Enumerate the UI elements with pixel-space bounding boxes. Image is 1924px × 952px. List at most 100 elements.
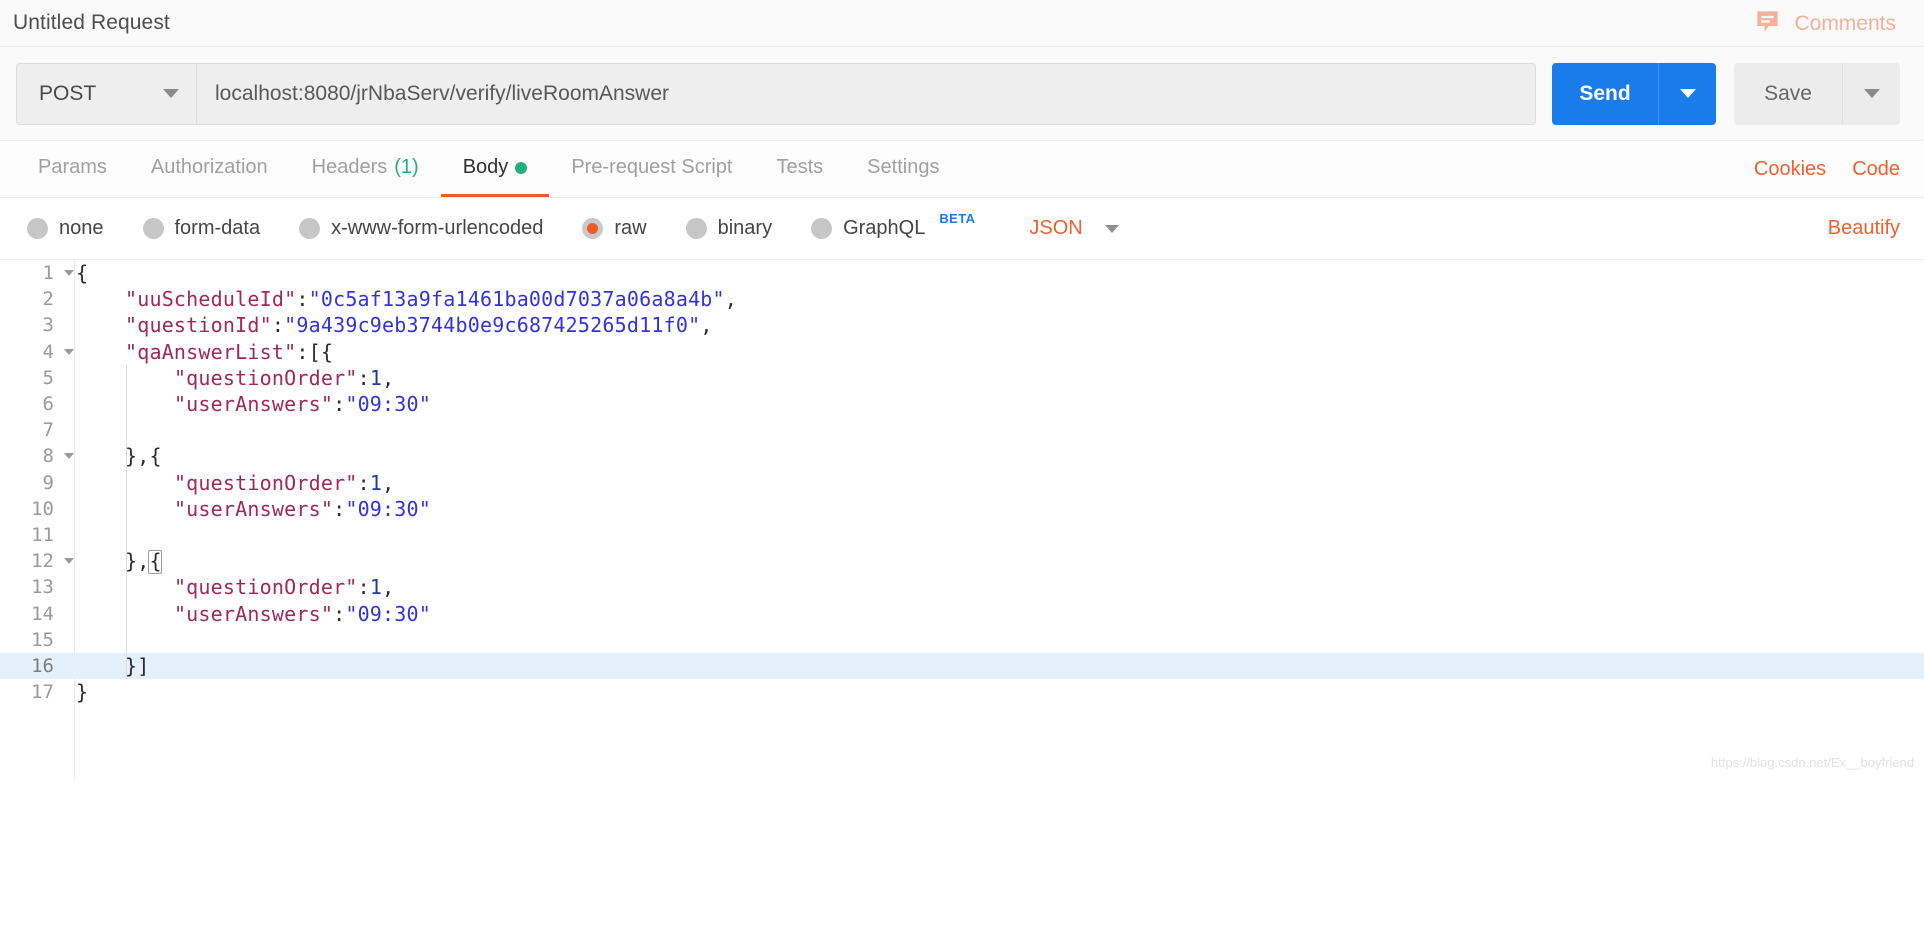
radio-icon	[811, 218, 833, 239]
code-text: }]	[76, 653, 150, 678]
radio-icon	[299, 218, 321, 239]
beautify-button[interactable]: Beautify	[1828, 217, 1900, 240]
caret-down-icon	[64, 453, 74, 460]
indent-guide	[126, 364, 127, 680]
body-type-binary[interactable]: binary	[685, 217, 773, 240]
tab-label: Tests	[776, 156, 824, 178]
tab-count: (1)	[394, 156, 419, 178]
code-text: {	[76, 261, 89, 286]
line-number: 9	[42, 471, 54, 494]
page-title: Untitled Request	[13, 11, 170, 34]
fold-toggle-icon[interactable]	[62, 348, 76, 355]
url-input[interactable]: localhost:8080/jrNbaServ/verify/liveRoom…	[196, 62, 1536, 125]
code-text: "userAnswers":"09:30"	[173, 392, 432, 417]
tab-label: Authorization	[150, 156, 268, 178]
chevron-down-icon	[1863, 89, 1880, 98]
radio-icon-selected	[582, 218, 604, 239]
radio-label: GraphQL	[843, 217, 926, 239]
code-line-row[interactable]: 14 "userAnswers":"09:30"	[0, 600, 1924, 626]
code-lines[interactable]: 1{2 "uuScheduleId":"0c5af13a9fa1461ba00d…	[0, 260, 1924, 705]
code-line-row[interactable]: 5 "questionOrder":1,	[0, 365, 1924, 391]
tab-settings[interactable]: Settings	[845, 141, 961, 197]
code-text: }	[76, 680, 89, 705]
line-number: 14	[31, 602, 54, 625]
chevron-down-icon	[1679, 89, 1696, 98]
watermark: https://blog.csdn.net/Ex__boyfriend	[1710, 755, 1914, 770]
radio-label: x-www-form-urlencoded	[331, 217, 544, 239]
tab-headers[interactable]: Headers (1)	[290, 141, 441, 197]
code-link[interactable]: Code	[1852, 158, 1900, 181]
tab-pre-request-script[interactable]: Pre-request Script	[549, 141, 754, 197]
code-line-row[interactable]: 7	[0, 417, 1924, 443]
beta-badge: BETA	[939, 211, 976, 226]
line-number: 5	[42, 366, 54, 389]
fold-toggle-icon[interactable]	[62, 558, 76, 565]
cookies-link[interactable]: Cookies	[1754, 158, 1826, 181]
body-type-graphql[interactable]: GraphQL BETA	[811, 211, 975, 240]
tabs-right-actions: Cookies Code	[1754, 141, 1900, 197]
method-label: POST	[39, 81, 97, 105]
tab-label: Body	[462, 156, 509, 178]
body-type-x-www-form-urlencoded[interactable]: x-www-form-urlencoded	[299, 217, 543, 240]
body-format-label: JSON	[1029, 217, 1083, 239]
body-type-raw[interactable]: raw	[582, 217, 647, 240]
line-number: 12	[31, 550, 54, 573]
body-format-select[interactable]: JSON	[1029, 217, 1119, 240]
code-line-row[interactable]: 17}	[0, 679, 1924, 705]
code-line-row[interactable]: 16 }]	[0, 652, 1924, 679]
line-number: 13	[31, 576, 54, 599]
code-line-row[interactable]: 9 "questionOrder":1,	[0, 470, 1924, 496]
code-line-row[interactable]: 2 "uuScheduleId":"0c5af13a9fa1461ba00d70…	[0, 286, 1924, 312]
radio-label: form-data	[174, 217, 261, 239]
request-tabs: Params Authorization Headers (1) Body Pr…	[0, 141, 1924, 198]
body-type-form-data[interactable]: form-data	[142, 217, 261, 240]
fold-toggle-icon[interactable]	[62, 453, 76, 460]
send-button[interactable]: Send	[1552, 62, 1658, 125]
chevron-down-icon	[163, 89, 179, 98]
method-select[interactable]: POST	[16, 62, 196, 125]
code-line-row[interactable]: 8 },{	[0, 443, 1924, 469]
body-present-dot-icon	[515, 161, 528, 174]
save-options-button[interactable]	[1842, 62, 1900, 125]
code-line-row[interactable]: 12 },{	[0, 548, 1924, 574]
tab-label: Settings	[867, 156, 940, 178]
body-type-none[interactable]: none	[27, 217, 104, 240]
body-type-bar: none form-data x-www-form-urlencoded raw…	[0, 198, 1924, 260]
code-line-row[interactable]: 1{	[0, 260, 1924, 286]
radio-label: raw	[614, 217, 647, 239]
save-button-group: Save	[1734, 62, 1900, 125]
line-number: 16	[31, 654, 54, 677]
request-body-editor[interactable]: 1{2 "uuScheduleId":"0c5af13a9fa1461ba00d…	[0, 260, 1924, 780]
code-text: "questionId":"9a439c9eb3744b0e9c68742526…	[124, 313, 713, 338]
caret-down-icon	[64, 348, 74, 355]
line-number: 7	[42, 419, 54, 442]
code-line-row[interactable]: 4 "qaAnswerList":[{	[0, 339, 1924, 365]
line-number: 11	[31, 523, 54, 546]
save-button[interactable]: Save	[1734, 62, 1842, 125]
radio-label: none	[59, 217, 104, 239]
tab-body[interactable]: Body	[440, 141, 550, 197]
radio-label: binary	[717, 217, 773, 239]
line-number: 2	[42, 288, 54, 311]
fold-toggle-icon[interactable]	[62, 270, 76, 277]
tab-tests[interactable]: Tests	[754, 141, 845, 197]
tab-params[interactable]: Params	[16, 141, 129, 197]
code-line-row[interactable]: 13 "questionOrder":1,	[0, 574, 1924, 600]
line-number: 8	[42, 445, 54, 468]
tab-authorization[interactable]: Authorization	[129, 141, 290, 197]
line-number: 6	[42, 393, 54, 416]
code-text: "questionOrder":1,	[173, 365, 395, 390]
comments-label: Comments	[1794, 11, 1896, 35]
caret-down-icon	[64, 558, 74, 565]
send-options-button[interactable]	[1658, 62, 1716, 125]
radio-icon	[685, 218, 707, 239]
title-bar: Untitled Request Comments	[0, 0, 1924, 47]
code-line-row[interactable]: 10 "userAnswers":"09:30"	[0, 496, 1924, 522]
code-line-row[interactable]: 3 "questionId":"9a439c9eb3744b0e9c687425…	[0, 312, 1924, 338]
radio-icon	[142, 218, 164, 239]
code-line-row[interactable]: 15	[0, 627, 1924, 653]
line-number: 1	[42, 262, 54, 285]
code-line-row[interactable]: 11	[0, 522, 1924, 548]
code-line-row[interactable]: 6 "userAnswers":"09:30"	[0, 391, 1924, 417]
comments-button[interactable]: Comments	[1754, 0, 1896, 47]
